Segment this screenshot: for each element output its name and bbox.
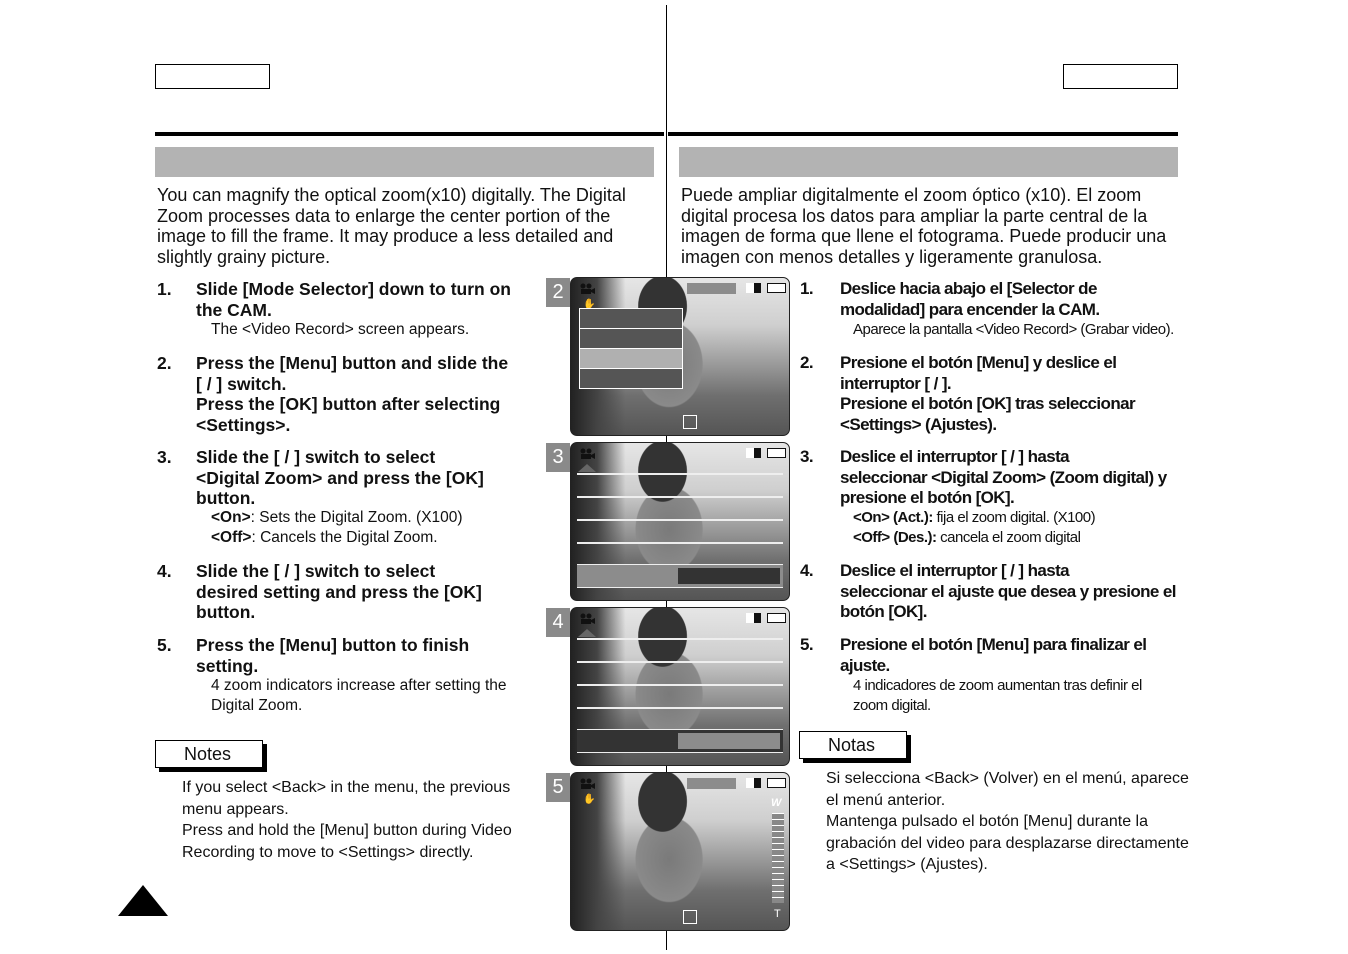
step-note: <Off>: Cancels the Digital Zoom. xyxy=(211,528,438,548)
menu-divider xyxy=(577,542,783,544)
step-number: 3. xyxy=(800,447,814,466)
status-bar xyxy=(687,283,736,294)
option-label: <Off> xyxy=(211,529,252,546)
step-text: Slide the [ / ] switch to select desired… xyxy=(196,561,482,622)
step-number: 5. xyxy=(800,635,814,654)
menu-divider xyxy=(577,473,783,475)
battery-icon xyxy=(767,778,786,788)
screen-step-tab: 3 xyxy=(546,443,570,472)
option-label: <Off> (Des.): xyxy=(853,529,937,546)
option-label: <On> xyxy=(211,509,251,526)
scroll-up-icon[interactable] xyxy=(578,464,596,472)
rule-left xyxy=(155,132,664,136)
menu-divider xyxy=(577,519,783,521)
step-text: Presione el botón [Menu] para finalizar … xyxy=(840,635,1147,675)
option-desc: : Sets the Digital Zoom. (X100) xyxy=(250,509,463,526)
camera-screen-menu: ✋ xyxy=(570,277,790,436)
camera-screen-digital-zoom-on xyxy=(570,607,790,766)
menu-divider xyxy=(577,684,783,686)
battery-icon xyxy=(767,448,786,458)
menu-item[interactable] xyxy=(580,369,682,388)
step-text: Deslice el interruptor [ / ] hasta selec… xyxy=(840,561,1176,621)
step-number: 3. xyxy=(157,447,172,467)
step-number: 2. xyxy=(800,353,814,372)
menu-divider xyxy=(577,638,783,640)
camera-screen-digital-zoom xyxy=(570,442,790,601)
video-camera-icon xyxy=(580,613,595,624)
step-note: <On> (Act.): fija el zoom digital. (X100… xyxy=(853,508,1096,528)
quality-icon xyxy=(746,778,762,788)
menu-divider xyxy=(577,661,783,663)
step-number: 1. xyxy=(157,279,172,299)
menu-item[interactable] xyxy=(580,329,682,349)
zoom-option-toggle[interactable] xyxy=(577,564,783,588)
toggle-off-highlight xyxy=(678,568,780,584)
option-desc: fija el zoom digital. (X100) xyxy=(932,509,1096,526)
step-text: Deslice hacia abajo el [Selector de moda… xyxy=(840,279,1100,319)
battery-icon xyxy=(767,283,786,293)
screen-step-tab: 2 xyxy=(546,278,570,307)
step-note: 4 indicadores de zoom aumentan tras defi… xyxy=(853,677,1142,714)
step-text: Deslice el interruptor [ / ] hasta selec… xyxy=(840,447,1167,507)
record-frame-icon xyxy=(683,910,697,924)
step-text: Slide [Mode Selector] down to turn on th… xyxy=(196,279,511,320)
step-text: Presione el botón [Menu] y deslice el in… xyxy=(840,353,1136,434)
title-bar-right xyxy=(679,147,1178,177)
notes-label: Notes xyxy=(155,740,263,768)
step-note: <Off> (Des.): cancela el zoom digital xyxy=(853,528,1081,548)
option-desc: cancela el zoom digital xyxy=(936,529,1081,546)
video-camera-icon xyxy=(580,283,595,294)
menu-divider xyxy=(577,707,783,709)
quality-icon xyxy=(746,283,762,293)
settings-menu xyxy=(579,308,683,389)
step-number: 4. xyxy=(157,561,172,581)
step-number: 1. xyxy=(800,279,814,298)
scroll-up-icon[interactable] xyxy=(578,629,596,637)
step-note: Aparece la pantalla <Video Record> (Grab… xyxy=(853,321,1174,338)
zoom-tele-label: T xyxy=(774,908,781,920)
notes-text: Si selecciona <Back> (Volver) en el menú… xyxy=(826,770,1189,873)
page-corner-triangle xyxy=(118,885,168,916)
record-frame-icon xyxy=(683,415,697,429)
menu-divider xyxy=(577,496,783,498)
rule-right xyxy=(668,132,1178,136)
toggle-on-highlight xyxy=(678,733,780,749)
step-note: <On>: Sets the Digital Zoom. (X100) xyxy=(211,508,463,528)
intro-es: Puede ampliar digitalmente el zoom óptic… xyxy=(681,185,1167,267)
step-number: 2. xyxy=(157,353,172,373)
step-text: Slide the [ / ] switch to select <Digita… xyxy=(196,447,484,508)
quality-icon xyxy=(746,613,762,623)
header-box-right xyxy=(1063,64,1178,89)
menu-item[interactable] xyxy=(580,309,682,329)
menu-item-selected[interactable] xyxy=(580,349,682,369)
zoom-wide-label: W xyxy=(771,797,782,809)
status-bar xyxy=(687,778,736,789)
title-bar-left xyxy=(155,147,654,177)
step-text: Press the [Menu] button and slide the [ … xyxy=(196,353,509,435)
notes-text: If you select <Back> in the menu, the pr… xyxy=(182,779,512,861)
step-text: Press the [Menu] button to finish settin… xyxy=(196,635,470,676)
intro-en: You can magnify the optical zoom(x10) di… xyxy=(157,185,626,267)
battery-icon xyxy=(767,613,786,623)
step-note: 4 zoom indicators increase after setting… xyxy=(211,677,507,714)
option-desc: : Cancels the Digital Zoom. xyxy=(251,529,438,546)
step-number: 5. xyxy=(157,635,172,655)
video-camera-icon xyxy=(580,448,595,459)
screen-step-tab: 5 xyxy=(546,773,570,802)
zoom-option-toggle[interactable] xyxy=(577,729,783,753)
video-camera-icon xyxy=(580,778,595,789)
screen-step-tab: 4 xyxy=(546,608,570,637)
quality-icon xyxy=(746,448,762,458)
step-number: 4. xyxy=(800,561,814,580)
notes-label: Notas xyxy=(799,731,907,759)
option-label: <On> (Act.): xyxy=(853,509,933,526)
header-box-left xyxy=(155,64,270,89)
anti-shake-icon: ✋ xyxy=(583,794,596,805)
zoom-bar-icon xyxy=(772,813,784,903)
step-note: The <Video Record> screen appears. xyxy=(211,321,470,338)
camera-screen-record: ✋ W T xyxy=(570,772,790,931)
